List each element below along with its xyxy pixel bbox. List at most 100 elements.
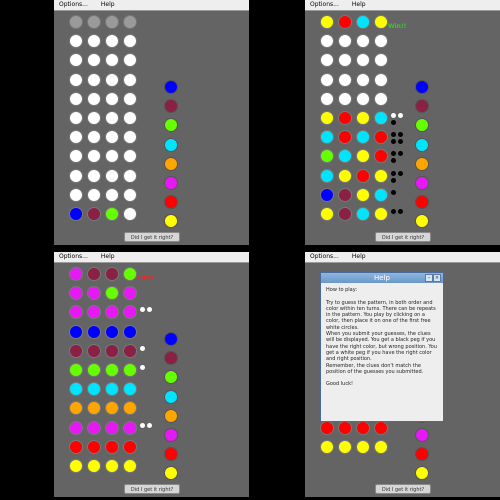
guess-peg-empty[interactable] (105, 149, 119, 164)
guess-peg-empty[interactable] (69, 72, 83, 87)
guess-peg-empty[interactable] (69, 149, 83, 164)
help-menu[interactable]: Help (352, 0, 366, 10)
guess-peg-empty[interactable] (69, 91, 83, 106)
guess-peg-empty[interactable] (105, 187, 119, 202)
guess-peg-empty[interactable] (105, 168, 119, 183)
guess-peg-empty[interactable] (374, 72, 388, 87)
guess-peg-empty[interactable] (123, 187, 137, 202)
submit-guess-button[interactable]: Did I get it right? (375, 484, 431, 494)
guess-peg-empty[interactable] (105, 34, 119, 49)
palette-blue[interactable] (164, 332, 178, 346)
palette-maroon[interactable] (164, 99, 178, 114)
palette-yellow[interactable] (164, 214, 178, 229)
guess-peg-empty[interactable] (338, 53, 352, 68)
guess-peg-empty[interactable] (69, 130, 83, 145)
guess-peg-empty[interactable] (320, 53, 334, 68)
options-menu[interactable]: Options... (59, 0, 88, 10)
guess-peg-empty[interactable] (87, 187, 101, 202)
palette-orange[interactable] (164, 156, 178, 171)
help-menu[interactable]: Help (352, 252, 366, 262)
close-icon[interactable]: × (433, 274, 441, 282)
palette-cyan[interactable] (164, 389, 178, 404)
guess-peg-yellow (69, 459, 83, 473)
help-menu[interactable]: Help (101, 0, 115, 10)
guess-peg-empty[interactable] (123, 111, 137, 125)
guess-peg-empty[interactable] (69, 168, 83, 183)
guess-peg-empty[interactable] (123, 34, 137, 49)
guess-peg-empty[interactable] (374, 34, 388, 49)
guess-peg-empty[interactable] (356, 53, 370, 68)
options-menu[interactable]: Options... (310, 252, 339, 262)
guess-peg-empty[interactable] (320, 34, 334, 49)
guess-peg-empty[interactable] (374, 53, 388, 68)
guess-peg-empty[interactable] (123, 91, 137, 106)
guess-peg-empty[interactable] (105, 91, 119, 106)
minimize-icon[interactable]: – (425, 274, 433, 282)
guess-peg-empty[interactable] (87, 53, 101, 68)
guess-peg-empty[interactable] (69, 187, 83, 202)
submit-guess-button[interactable]: Did I get it right? (124, 232, 180, 242)
guess-peg-empty[interactable] (123, 207, 137, 221)
palette-magenta[interactable] (164, 428, 178, 442)
guess-peg-empty[interactable] (338, 91, 352, 106)
help-title-bar[interactable]: Help – × (321, 273, 443, 283)
guess-peg-empty[interactable] (87, 111, 101, 125)
palette-magenta[interactable] (415, 176, 429, 190)
guess-peg-empty[interactable] (105, 130, 119, 145)
submit-guess-button[interactable]: Did I get it right? (375, 232, 431, 242)
palette-blue[interactable] (415, 80, 429, 94)
guess-peg-empty[interactable] (69, 34, 83, 49)
guess-peg-maroon (87, 267, 101, 281)
palette-orange[interactable] (415, 156, 429, 171)
guess-peg-empty[interactable] (123, 72, 137, 87)
options-menu[interactable]: Options... (310, 0, 339, 10)
guess-peg-empty[interactable] (87, 72, 101, 87)
palette-yellow[interactable] (415, 466, 429, 481)
clue-peg-black (391, 132, 396, 138)
guess-peg-empty[interactable] (123, 168, 137, 183)
guess-peg-empty[interactable] (356, 72, 370, 87)
palette-magenta[interactable] (415, 428, 429, 442)
guess-peg-empty[interactable] (87, 130, 101, 145)
guess-peg-empty[interactable] (320, 91, 334, 106)
help-menu[interactable]: Help (101, 252, 115, 262)
guess-peg-empty[interactable] (374, 91, 388, 106)
palette-blue[interactable] (164, 80, 178, 94)
submit-guess-button[interactable]: Did I get it right? (124, 484, 180, 494)
guess-peg-empty[interactable] (123, 130, 137, 145)
palette-cyan[interactable] (415, 137, 429, 152)
guess-peg-empty[interactable] (69, 111, 83, 125)
guess-peg-empty[interactable] (87, 168, 101, 183)
palette-maroon[interactable] (415, 99, 429, 114)
guess-peg-empty[interactable] (356, 91, 370, 106)
guess-peg-empty[interactable] (87, 91, 101, 106)
palette-red[interactable] (164, 195, 178, 210)
guess-peg-red (320, 420, 334, 435)
palette-red[interactable] (415, 447, 429, 462)
palette-red[interactable] (415, 195, 429, 210)
guess-peg-empty[interactable] (338, 72, 352, 87)
guess-peg-empty[interactable] (69, 53, 83, 68)
guess-peg-empty[interactable] (105, 72, 119, 87)
palette-maroon[interactable] (164, 351, 178, 366)
palette-green[interactable] (164, 118, 178, 133)
guess-peg-empty[interactable] (338, 34, 352, 49)
guess-peg-empty[interactable] (105, 111, 119, 125)
palette-green[interactable] (415, 118, 429, 133)
palette-magenta[interactable] (164, 176, 178, 190)
palette-orange[interactable] (164, 408, 178, 423)
guess-peg-empty[interactable] (87, 34, 101, 49)
palette-yellow[interactable] (164, 466, 178, 481)
palette-cyan[interactable] (164, 137, 178, 152)
options-menu[interactable]: Options... (59, 252, 88, 262)
palette-green[interactable] (164, 370, 178, 385)
guess-peg-empty[interactable] (123, 53, 137, 68)
guess-peg-empty[interactable] (87, 149, 101, 164)
palette-yellow[interactable] (415, 214, 429, 229)
guess-peg-empty[interactable] (123, 149, 137, 164)
guess-peg-cyan (356, 207, 370, 221)
palette-red[interactable] (164, 447, 178, 462)
guess-peg-empty[interactable] (356, 34, 370, 49)
guess-peg-empty[interactable] (320, 72, 334, 87)
guess-peg-empty[interactable] (105, 53, 119, 68)
